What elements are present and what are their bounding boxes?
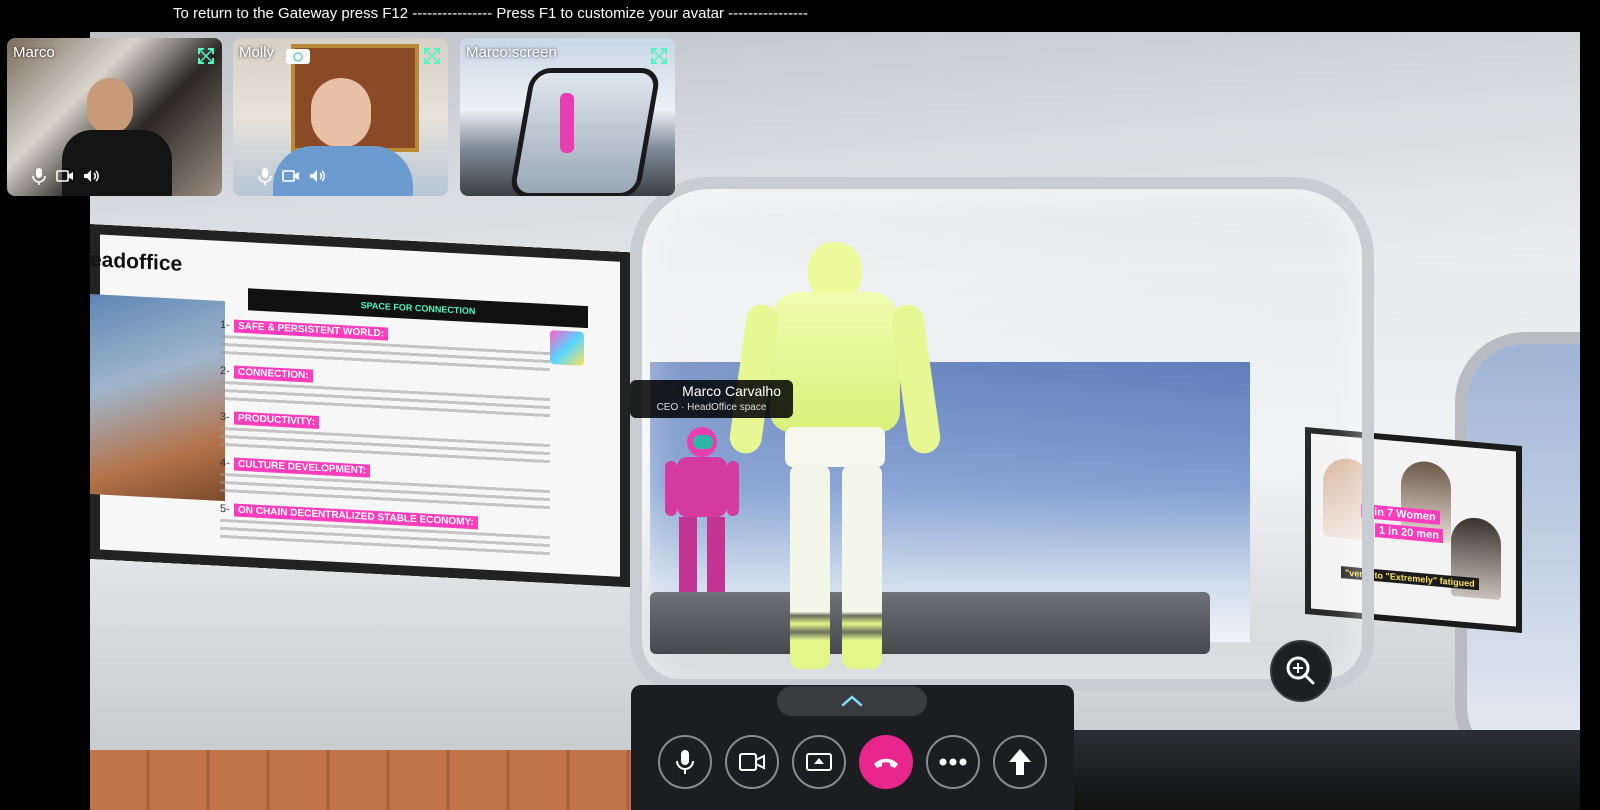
screen-share-icon (806, 753, 832, 771)
more-dots-icon (939, 758, 967, 766)
app-root: To return to the Gateway press F12 -----… (0, 0, 1600, 810)
speaker-icon[interactable] (307, 166, 327, 186)
slide-title: eadoffice (90, 248, 183, 276)
zoom-button[interactable] (1270, 640, 1332, 702)
avatar-main[interactable] (727, 242, 943, 672)
screen-share-button[interactable] (792, 735, 846, 789)
video-tile-marco-screen[interactable]: Marco:screen (460, 38, 675, 196)
camera-button[interactable] (725, 735, 779, 789)
avatar-name-tag: Marco Carvalho CEO · HeadOffice space (630, 380, 793, 418)
speaker-icon[interactable] (81, 166, 101, 186)
video-camera-icon[interactable] (281, 166, 301, 186)
slide-photo (90, 294, 225, 502)
chevron-up-icon (841, 695, 863, 707)
move-up-button[interactable] (993, 735, 1047, 789)
slide-item-number: 1- (220, 318, 230, 332)
avatar-pink[interactable] (665, 427, 740, 597)
slide-item-number: 2- (220, 364, 230, 378)
more-options-button[interactable] (926, 735, 980, 789)
banner-text: To return to the Gateway press F12 -----… (173, 5, 809, 22)
microphone-icon[interactable] (29, 166, 49, 186)
microphone-button[interactable] (658, 735, 712, 789)
video-camera-icon[interactable] (55, 166, 75, 186)
phone-hangup-icon (874, 758, 898, 768)
tile-name: Molly (239, 44, 275, 61)
slide-item-label: CONNECTION: (234, 365, 313, 383)
video-tile-molly[interactable]: Molly (233, 38, 448, 196)
slide-item-number: 5- (220, 502, 230, 516)
tile-name: Marco:screen (466, 44, 557, 61)
zoom-in-icon (1286, 656, 1315, 685)
slide-item-text (220, 518, 550, 559)
microphone-icon[interactable] (255, 166, 275, 186)
avatar-name: Marco Carvalho (682, 383, 781, 399)
call-control-bar (631, 685, 1074, 810)
collapse-bar-button[interactable] (777, 686, 927, 716)
camera-flip-icon[interactable] (285, 47, 311, 65)
video-camera-icon (739, 753, 765, 771)
microphone-icon (676, 750, 694, 774)
tile-name: Marco (13, 44, 55, 61)
slide-item-number: 3- (220, 410, 230, 424)
expand-icon[interactable] (423, 47, 441, 65)
expand-icon[interactable] (650, 47, 668, 65)
expand-icon[interactable] (197, 47, 215, 65)
arrow-up-icon (1009, 749, 1031, 775)
instruction-banner: To return to the Gateway press F12 -----… (0, 0, 1600, 32)
dark-floor (1020, 730, 1580, 810)
slide-item-number: 4- (220, 456, 230, 470)
presentation-slide: eadoffice SPACE FOR CONNECTION 1- SAFE &… (90, 224, 630, 588)
slide-items: 1- SAFE & PERSISTENT WORLD: 2- CONNECTIO… (220, 319, 590, 568)
avatar-role: CEO · HeadOffice space (656, 402, 767, 413)
hang-up-button[interactable] (859, 735, 913, 789)
video-tile-marco[interactable]: Marco (7, 38, 222, 196)
